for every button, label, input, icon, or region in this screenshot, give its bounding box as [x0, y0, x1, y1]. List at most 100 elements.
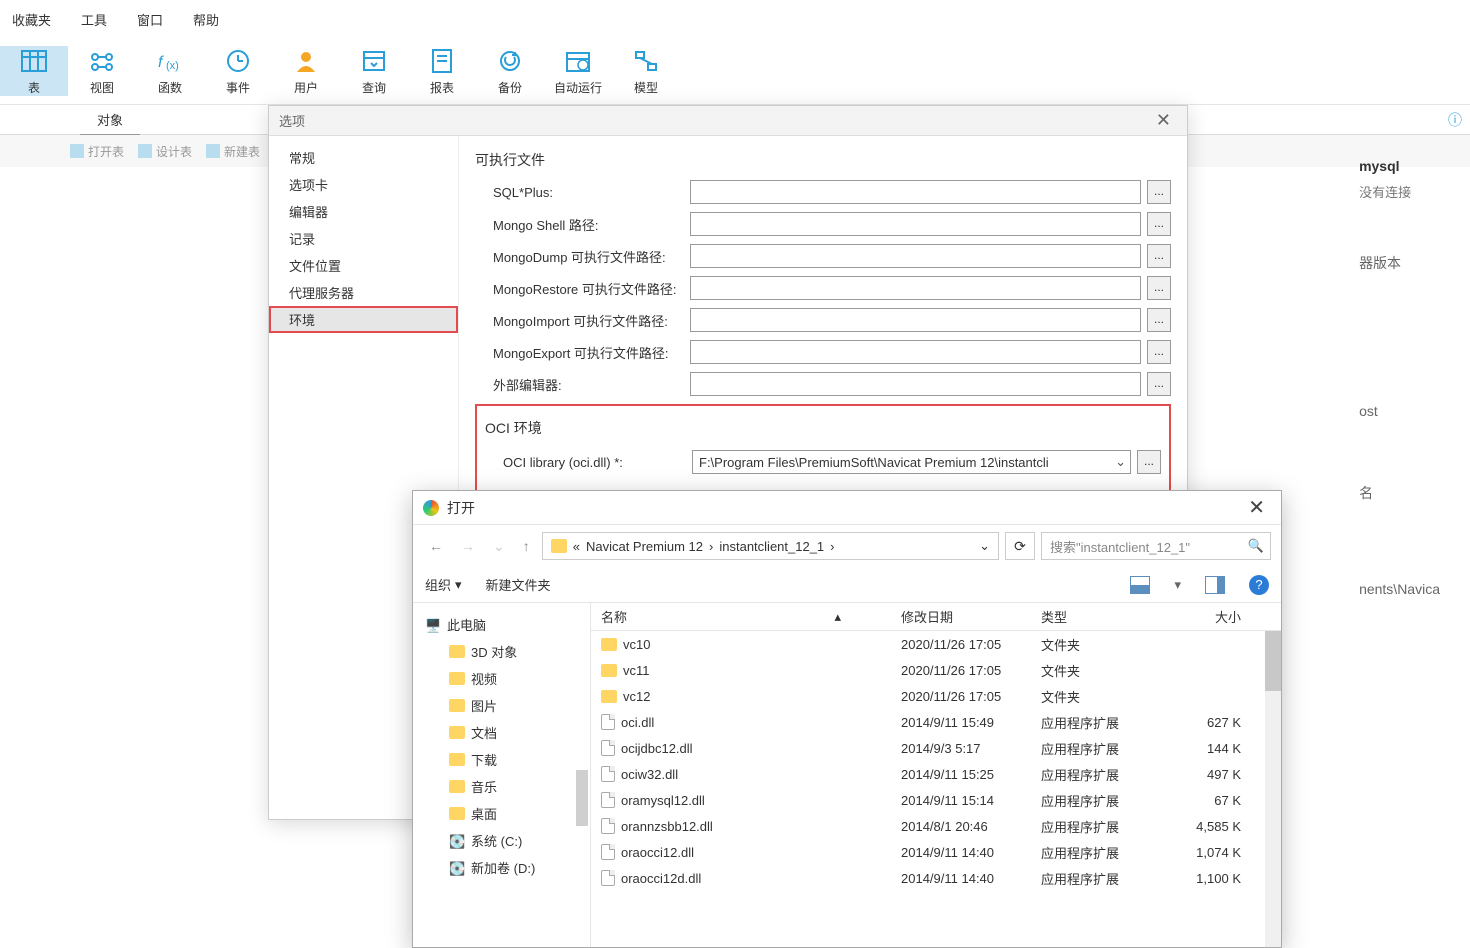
file-row[interactable]: ocijdbc12.dll2014/9/3 5:17应用程序扩展144 K — [591, 735, 1281, 761]
toolbar-function[interactable]: f(x) 函数 — [136, 46, 204, 96]
connection-title: mysql — [1359, 158, 1440, 174]
file-open-dialog: 打开 ✕ ← → ⌄ ↑ « Navicat Premium 12 › inst… — [412, 490, 1282, 948]
splitter-handle[interactable] — [576, 770, 588, 826]
file-date: 2014/9/11 15:49 — [891, 715, 1031, 730]
up-button[interactable]: ↑ — [517, 534, 536, 558]
mongodump-browse-button[interactable]: ... — [1147, 244, 1171, 268]
recent-button[interactable]: ⌄ — [487, 534, 511, 559]
file-row[interactable]: orannzsbb12.dll2014/8/1 20:46应用程序扩展4,585… — [591, 813, 1281, 839]
mongoimport-browse-button[interactable]: ... — [1147, 308, 1171, 332]
breadcrumb-dropdown-icon[interactable]: ⌄ — [979, 538, 990, 554]
sidebar-item-environment[interactable]: 环境 — [269, 306, 458, 333]
file-row[interactable]: oramysql12.dll2014/9/11 15:14应用程序扩展67 K — [591, 787, 1281, 813]
external-editor-input[interactable] — [690, 372, 1141, 396]
mongorestore-label: MongoRestore 可执行文件路径: — [475, 279, 690, 298]
view-mode-button[interactable] — [1130, 576, 1150, 594]
tree-downloads[interactable]: 下载 — [413, 746, 590, 773]
new-table-button[interactable]: 新建表 — [206, 143, 260, 160]
mongodump-label: MongoDump 可执行文件路径: — [475, 247, 690, 266]
mongodump-input[interactable] — [690, 244, 1141, 268]
file-row[interactable]: vc122020/11/26 17:05文件夹 — [591, 683, 1281, 709]
sidebar-item-log[interactable]: 记录 — [269, 225, 458, 252]
preview-pane-button[interactable] — [1205, 576, 1225, 594]
sidebar-item-general[interactable]: 常规 — [269, 144, 458, 171]
file-row[interactable]: oraocci12.dll2014/9/11 14:40应用程序扩展1,074 … — [591, 839, 1281, 865]
toolbar-backup[interactable]: 备份 — [476, 46, 544, 96]
col-date[interactable]: 修改日期 — [891, 607, 1031, 626]
sidebar-item-file-location[interactable]: 文件位置 — [269, 252, 458, 279]
mongoexport-browse-button[interactable]: ... — [1147, 340, 1171, 364]
sidebar-item-editor[interactable]: 编辑器 — [269, 198, 458, 225]
toolbar-model[interactable]: 模型 — [612, 46, 680, 96]
file-row[interactable]: ociw32.dll2014/9/11 15:25应用程序扩展497 K — [591, 761, 1281, 787]
toolbar-query[interactable]: 查询 — [340, 46, 408, 96]
toolbar-table[interactable]: 表 — [0, 46, 68, 96]
file-name: vc12 — [591, 689, 891, 704]
toolbar-event[interactable]: 事件 — [204, 46, 272, 96]
toolbar-report[interactable]: 报表 — [408, 46, 476, 96]
mongoshell-browse-button[interactable]: ... — [1147, 212, 1171, 236]
refresh-button[interactable]: ⟳ — [1005, 532, 1035, 560]
tree-drive-c[interactable]: 💽系统 (C:) — [413, 827, 590, 854]
breadcrumb-p1[interactable]: Navicat Premium 12 — [586, 539, 703, 554]
tree-music[interactable]: 音乐 — [413, 773, 590, 800]
forward-button[interactable]: → — [455, 534, 481, 558]
tree-desktop[interactable]: 桌面 — [413, 800, 590, 827]
toolbar-report-label: 报表 — [430, 79, 454, 96]
oci-browse-button[interactable]: ... — [1137, 450, 1161, 474]
object-tab[interactable]: 对象 — [80, 105, 140, 135]
mongoimport-input[interactable] — [690, 308, 1141, 332]
file-date: 2014/9/11 15:25 — [891, 767, 1031, 782]
oci-library-select[interactable]: F:\Program Files\PremiumSoft\Navicat Pre… — [692, 450, 1131, 474]
scrollbar-thumb[interactable] — [1265, 631, 1281, 691]
sqlplus-input[interactable] — [690, 180, 1141, 204]
toolbar-user[interactable]: 用户 — [272, 46, 340, 96]
file-row[interactable]: oci.dll2014/9/11 15:49应用程序扩展627 K — [591, 709, 1281, 735]
toolbar-view[interactable]: 视图 — [68, 46, 136, 96]
oci-section-title: OCI 环境 — [485, 418, 1161, 438]
breadcrumb-sep2: › — [830, 539, 834, 554]
open-table-button[interactable]: 打开表 — [70, 143, 124, 160]
mongorestore-browse-button[interactable]: ... — [1147, 276, 1171, 300]
menu-tools[interactable]: 工具 — [81, 10, 107, 29]
new-folder-button[interactable]: 新建文件夹 — [486, 575, 551, 594]
menu-window[interactable]: 窗口 — [137, 10, 163, 29]
menu-help[interactable]: 帮助 — [193, 10, 219, 29]
tree-pictures[interactable]: 图片 — [413, 692, 590, 719]
chevron-down-icon[interactable]: ▾ — [1174, 577, 1181, 593]
tree-documents[interactable]: 文档 — [413, 719, 590, 746]
col-type[interactable]: 类型 — [1031, 607, 1171, 626]
col-size[interactable]: 大小 — [1171, 607, 1251, 626]
folder-icon — [449, 807, 465, 821]
tree-drive-d[interactable]: 💽新加卷 (D:) — [413, 854, 590, 881]
menu-favorites[interactable]: 收藏夹 — [12, 10, 51, 29]
open-table-icon — [70, 144, 84, 158]
sidebar-item-tabs[interactable]: 选项卡 — [269, 171, 458, 198]
col-name[interactable]: 名称▴ — [591, 607, 891, 626]
back-button[interactable]: ← — [423, 534, 449, 558]
help-button[interactable]: ? — [1249, 575, 1269, 595]
close-icon[interactable]: ✕ — [1242, 495, 1271, 520]
folder-icon — [551, 539, 567, 553]
mongorestore-input[interactable] — [690, 276, 1141, 300]
toolbar-schedule[interactable]: 自动运行 — [544, 46, 612, 96]
sqlplus-browse-button[interactable]: ... — [1147, 180, 1171, 204]
info-icon[interactable]: ⓘ — [1448, 110, 1462, 130]
sidebar-item-proxy[interactable]: 代理服务器 — [269, 279, 458, 306]
mongoexport-input[interactable] — [690, 340, 1141, 364]
mongoshell-input[interactable] — [690, 212, 1141, 236]
organize-button[interactable]: 组织 ▾ — [425, 575, 462, 594]
file-row[interactable]: vc102020/11/26 17:05文件夹 — [591, 631, 1281, 657]
tree-videos[interactable]: 视频 — [413, 665, 590, 692]
file-row[interactable]: oraocci12d.dll2014/9/11 14:40应用程序扩展1,100… — [591, 865, 1281, 891]
scrollbar[interactable] — [1265, 631, 1281, 947]
file-row[interactable]: vc112020/11/26 17:05文件夹 — [591, 657, 1281, 683]
tree-3d-objects[interactable]: 3D 对象 — [413, 638, 590, 665]
close-icon[interactable]: ✕ — [1150, 110, 1177, 131]
breadcrumb[interactable]: « Navicat Premium 12 › instantclient_12_… — [542, 532, 999, 560]
search-input[interactable]: 搜索"instantclient_12_1" 🔍 — [1041, 532, 1271, 560]
external-editor-browse-button[interactable]: ... — [1147, 372, 1171, 396]
breadcrumb-p2[interactable]: instantclient_12_1 — [719, 539, 824, 554]
design-table-button[interactable]: 设计表 — [138, 143, 192, 160]
tree-this-pc[interactable]: 🖥️此电脑 — [413, 611, 590, 638]
